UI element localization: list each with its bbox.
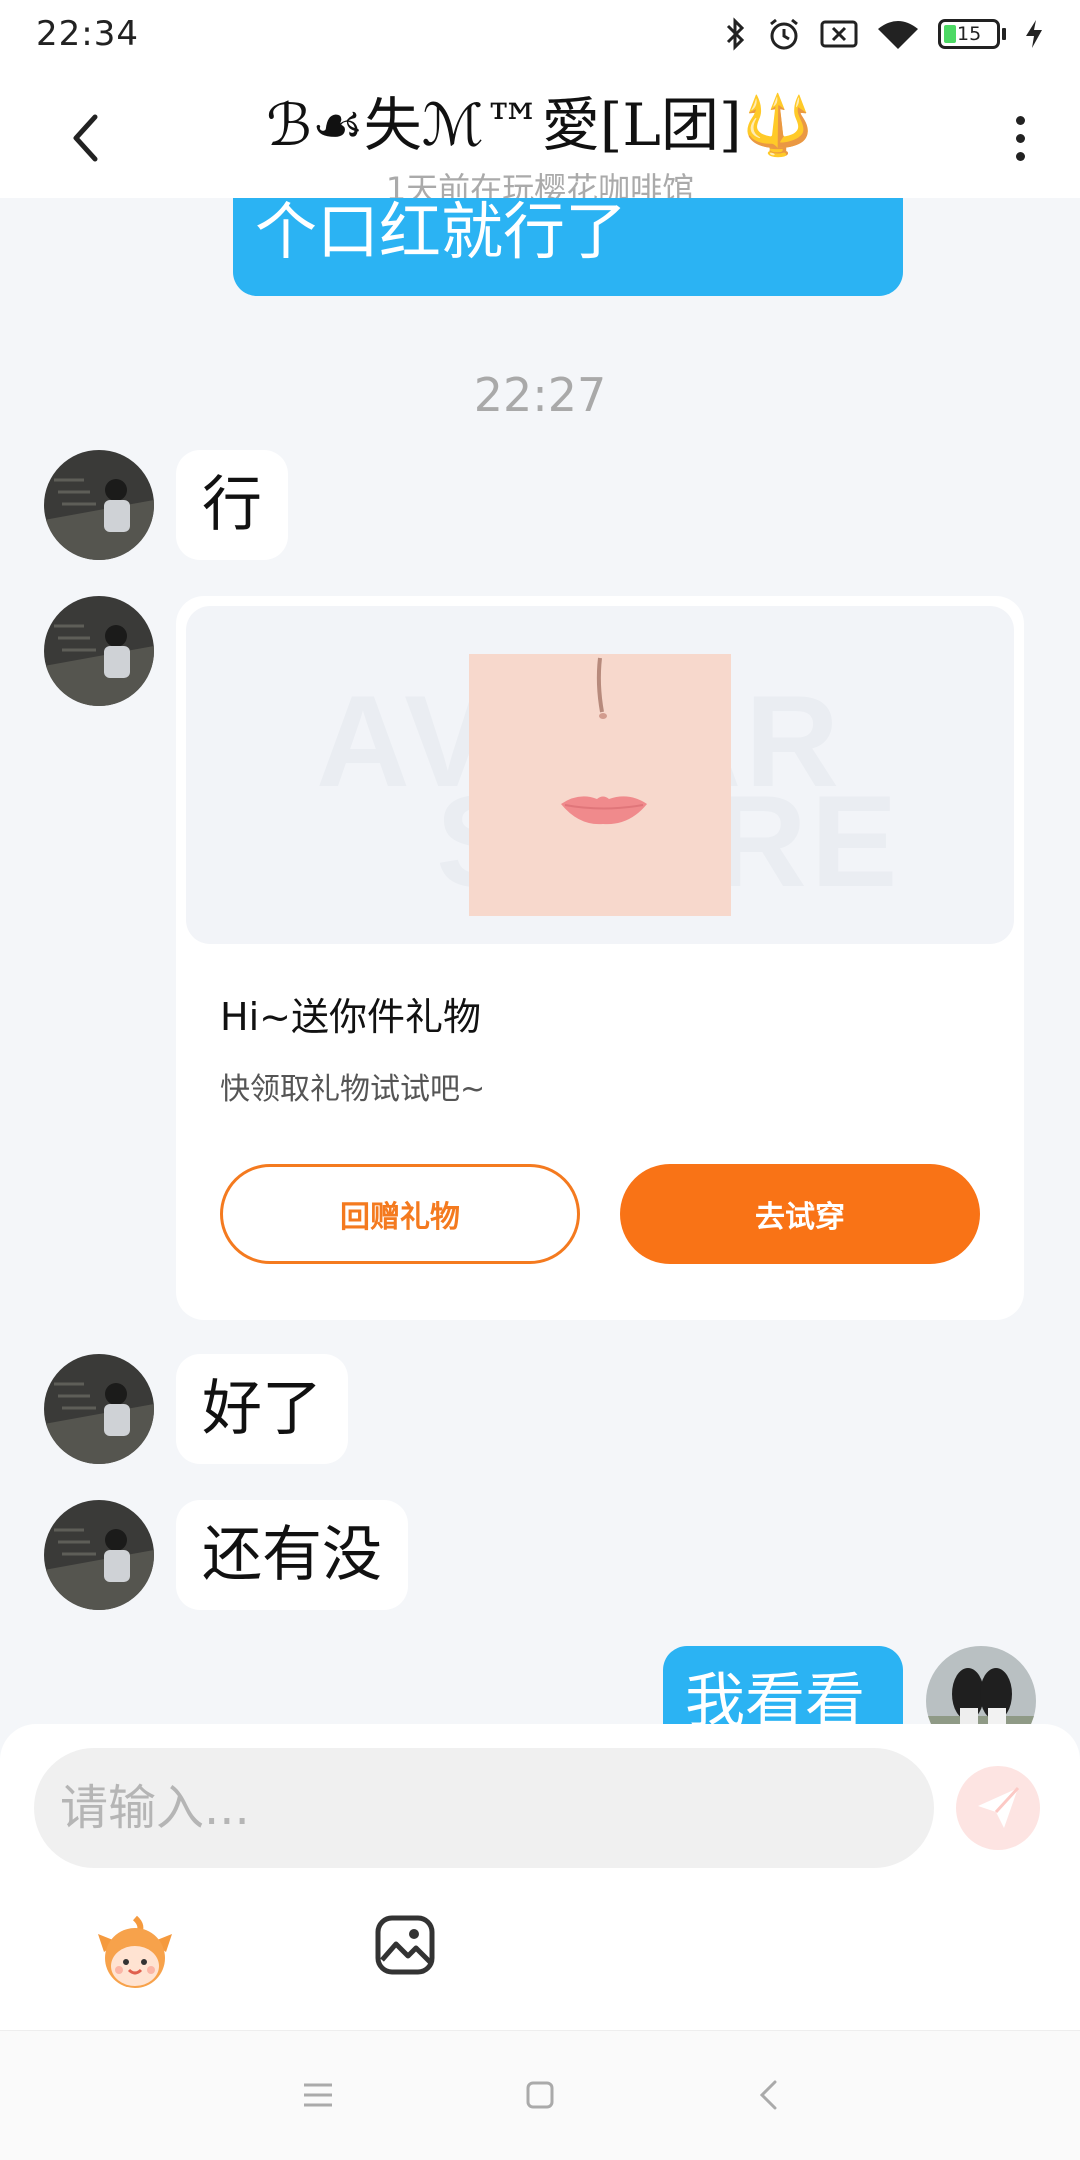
status-bar: 22:34 15 — [0, 0, 1080, 68]
message-list[interactable]: 个口红就行了 22:27 行 AVATAR STORE Hi~送你件礼物 快领取… — [0, 198, 1080, 1724]
message-bubble-incoming[interactable]: 行 — [176, 450, 288, 560]
menu-icon — [304, 2083, 332, 2107]
send-button[interactable] — [956, 1766, 1040, 1850]
gift-preview: AVATAR STORE — [186, 606, 1014, 944]
message-bubble-incoming[interactable]: 还有没 — [176, 1500, 408, 1610]
gift-title: Hi~送你件礼物 — [220, 995, 481, 1039]
alarm-icon — [770, 18, 798, 50]
battery-icon: 15 — [938, 19, 1006, 49]
more-options-button[interactable] — [1000, 108, 1040, 168]
try-on-button[interactable]: 去试穿 — [620, 1164, 980, 1264]
status-time: 22:34 — [36, 14, 139, 54]
battery-level: 15 — [957, 23, 982, 45]
home-icon — [526, 2081, 554, 2109]
message-composer — [0, 1724, 1080, 2030]
system-nav-bar — [0, 2030, 1080, 2160]
status-icons: 15 — [722, 16, 1044, 52]
message-bubble-incoming[interactable]: 好了 — [176, 1354, 348, 1464]
message-bubble-outgoing[interactable]: 个口红就行了 — [233, 198, 903, 296]
send-icon — [978, 1786, 1020, 1828]
message-input[interactable] — [34, 1748, 934, 1868]
avatar[interactable] — [44, 1354, 154, 1464]
back-icon — [759, 2080, 777, 2110]
emoji-mascot-icon[interactable] — [94, 1912, 176, 1994]
avatar[interactable] — [44, 450, 154, 560]
bluetooth-icon — [726, 17, 745, 51]
chat-header: ℬ☙失ℳ™愛[L团]🔱 1天前在玩樱花咖啡馆 — [0, 68, 1080, 198]
nav-home-button[interactable] — [520, 2075, 560, 2115]
avatar[interactable] — [44, 596, 154, 706]
wifi-icon — [878, 21, 918, 49]
sim-none-icon — [820, 20, 858, 48]
message-bubble-outgoing[interactable]: 我看看 — [663, 1646, 903, 1724]
nav-menu-button[interactable] — [298, 2075, 338, 2115]
chat-subtitle: 1天前在玩樱花咖啡馆 — [385, 170, 695, 198]
my-avatar[interactable] — [926, 1646, 1036, 1724]
charging-icon — [1026, 20, 1042, 48]
back-arrow-icon — [73, 114, 98, 162]
image-picker-button[interactable] — [374, 1914, 436, 1976]
image-icon — [375, 1915, 435, 1975]
gift-description: 快领取礼物试试吧~ — [220, 1072, 486, 1107]
message-timestamp: 22:27 — [473, 368, 607, 422]
gift-item-image — [469, 654, 731, 916]
back-button[interactable] — [60, 108, 110, 168]
gift-card[interactable]: AVATAR STORE Hi~送你件礼物 快领取礼物试试吧~ 回赠礼物 去试穿 — [176, 596, 1024, 1320]
chat-title: ℬ☙失ℳ™愛[L团]🔱 — [266, 91, 814, 159]
nav-back-button[interactable] — [748, 2075, 788, 2115]
avatar[interactable] — [44, 1500, 154, 1610]
return-gift-button[interactable]: 回赠礼物 — [220, 1164, 580, 1264]
more-vertical-icon — [1015, 115, 1025, 125]
